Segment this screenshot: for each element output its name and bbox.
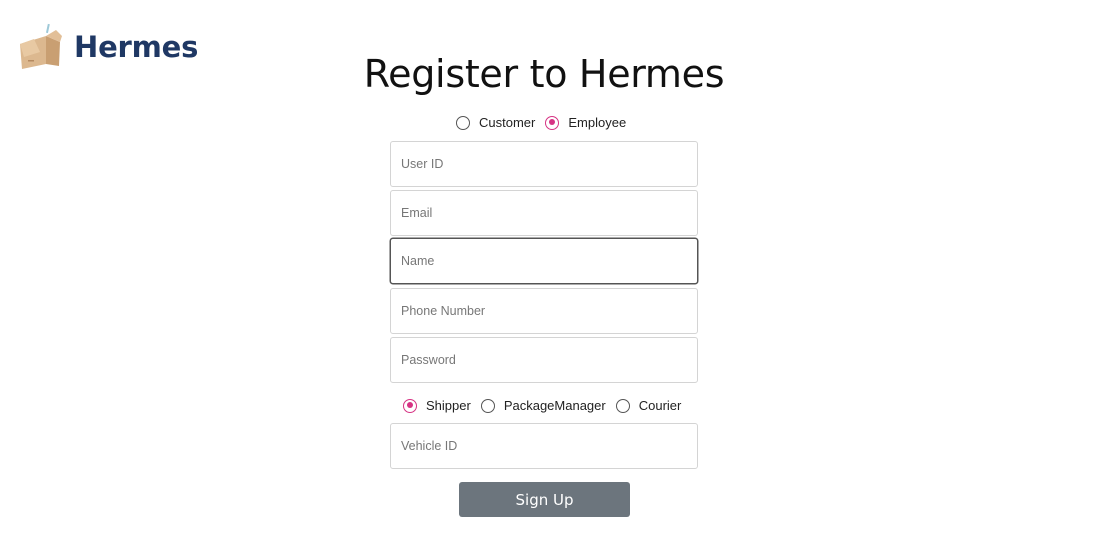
radio-shipper-circle[interactable]: [403, 398, 417, 413]
password-input[interactable]: [390, 337, 698, 383]
radio-employee-label: Employee: [568, 115, 627, 130]
radio-employee-circle[interactable]: [545, 115, 560, 130]
radio-shipper[interactable]: Shipper: [403, 398, 471, 413]
radio-customer[interactable]: Customer: [456, 115, 535, 130]
vehicle-id-input[interactable]: [390, 423, 698, 469]
radio-courier-circle[interactable]: [615, 398, 630, 413]
account-type-radio-group: Customer Employee: [456, 115, 636, 130]
radio-courier-label: Courier: [638, 398, 682, 413]
radio-package-manager-label: PackageManager: [503, 398, 606, 413]
name-input[interactable]: [390, 238, 698, 284]
phone-number-input[interactable]: [390, 288, 698, 334]
user-id-input[interactable]: [390, 141, 698, 187]
radio-employee[interactable]: Employee: [545, 115, 626, 130]
radio-customer-label: Customer: [479, 115, 536, 130]
radio-courier[interactable]: Courier: [615, 398, 682, 413]
email-input[interactable]: [390, 190, 698, 236]
radio-package-manager-circle[interactable]: [480, 398, 495, 413]
radio-shipper-label: Shipper: [426, 398, 471, 413]
page-title: Register to Hermes: [363, 52, 725, 96]
sign-up-button[interactable]: Sign Up: [459, 482, 630, 517]
radio-package-manager[interactable]: PackageManager: [480, 398, 606, 413]
radio-customer-circle[interactable]: [456, 115, 470, 130]
employee-role-radio-group: Shipper PackageManager Courier: [403, 398, 691, 413]
